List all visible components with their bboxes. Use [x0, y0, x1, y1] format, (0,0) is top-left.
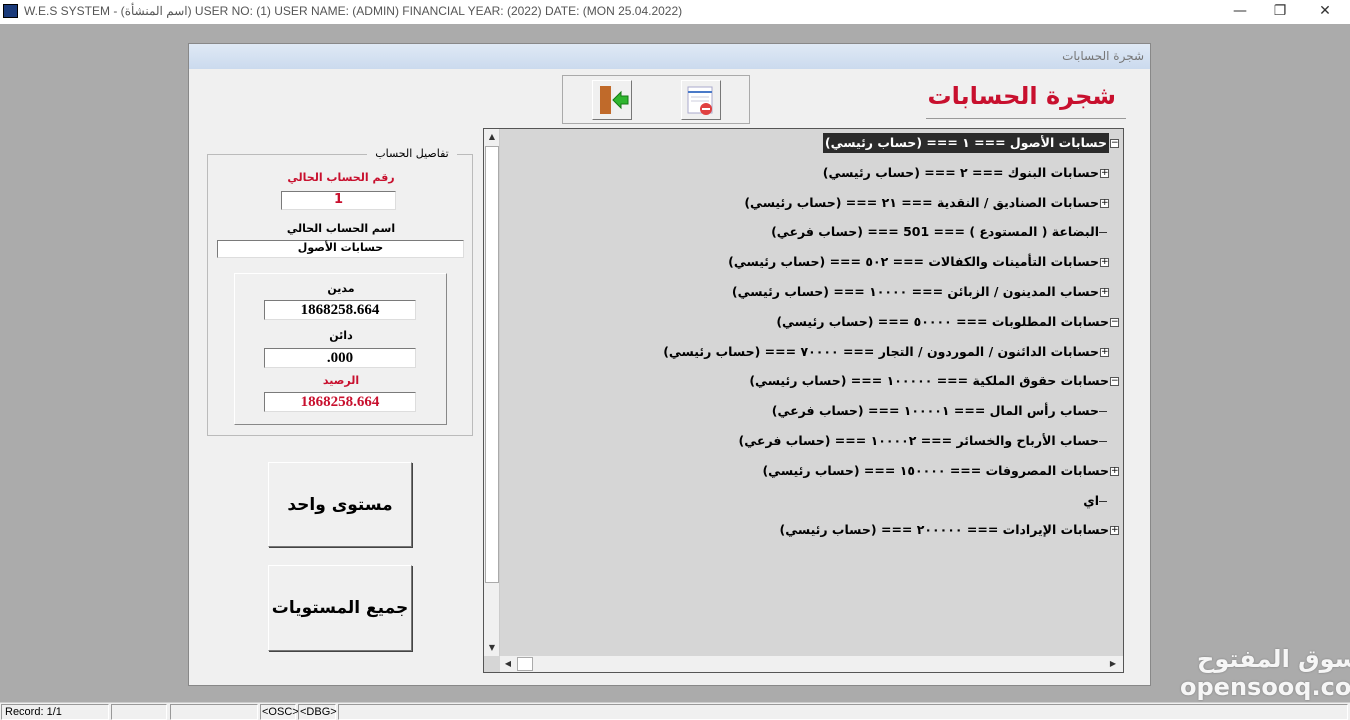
delete-button[interactable]	[681, 80, 721, 120]
collapse-icon[interactable]: −	[1110, 377, 1119, 387]
expand-icon[interactable]: +	[1100, 258, 1109, 268]
status-panel-2	[111, 704, 167, 720]
tree-item[interactable]: حسابات الإيرادات === ٢٠٠٠٠٠ === (حساب رئ…	[780, 520, 1110, 540]
tree-connector	[1099, 232, 1107, 234]
account-name-label: اسم الحساب الحالي	[286, 222, 396, 235]
form-caption-bar: شجرة الحسابات	[189, 44, 1150, 69]
expand-icon[interactable]: +	[1100, 347, 1109, 357]
balance-label: الرصيد	[322, 374, 360, 387]
window-title-bar: W.E.S SYSTEM - (اسم المنشأة) USER NO: (1…	[0, 0, 1350, 24]
tree-connector	[1099, 441, 1107, 442]
tree-item[interactable]: حسابات الأصول === ١ === (حساب رئيسي)	[822, 133, 1109, 153]
osc-indicator: <OSC>	[260, 704, 299, 720]
tree-item[interactable]: حسابات الصناديق / النقدية === ٢١ === (حس…	[744, 193, 1099, 213]
balance-field[interactable]: 1868258.664	[264, 392, 416, 412]
scroll-down-arrow-icon[interactable]: ▼	[484, 640, 500, 656]
exit-door-icon	[600, 86, 629, 114]
tree-connector	[1099, 500, 1107, 502]
dbg-indicator: <DBG>	[298, 704, 337, 720]
scroll-up-arrow-icon[interactable]: ▲	[484, 129, 500, 145]
vertical-scroll-thumb[interactable]	[485, 146, 499, 583]
form-caption: شجرة الحسابات	[1062, 49, 1144, 63]
account-number-label: رقم الحساب الحالي	[287, 171, 395, 184]
credit-label: دائن	[329, 329, 353, 342]
expand-icon[interactable]: +	[1110, 466, 1119, 476]
status-panel-6	[338, 704, 1348, 720]
expand-icon[interactable]: +	[1110, 526, 1119, 536]
debit-label: مدين	[327, 282, 355, 295]
restore-button[interactable]: ❐	[1260, 0, 1300, 24]
scroll-left-arrow-icon[interactable]: ◀	[500, 656, 516, 672]
window-title: W.E.S SYSTEM - (اسم المنشأة) USER NO: (1…	[24, 4, 683, 18]
watermark: السوق المفتوح opensooq.com	[1180, 645, 1350, 701]
account-name-field[interactable]: حسابات الأصول	[217, 240, 464, 258]
all-levels-button[interactable]: جميع المستويات	[268, 565, 412, 651]
vertical-scrollbar[interactable]: ▲ ▼	[484, 129, 500, 656]
tree-item[interactable]: حسابات حقوق الملكية === ١٠٠٠٠٠ === (حساب…	[749, 371, 1109, 391]
exit-button[interactable]	[592, 80, 632, 120]
collapse-icon[interactable]: −	[1110, 139, 1119, 148]
tree-item[interactable]: حسابات المصروفات === ١٥٠٠٠٠ === (حساب رئ…	[762, 461, 1109, 481]
tree-item[interactable]: البضاعة ( المستودع ) === 501 === (حساب ف…	[771, 222, 1099, 242]
account-number-field[interactable]: 1	[281, 191, 396, 210]
collapse-icon[interactable]: −	[1110, 317, 1119, 327]
title-underline	[926, 118, 1126, 119]
status-panel-3	[170, 704, 258, 720]
minimize-button[interactable]: —	[1220, 0, 1260, 24]
delete-list-icon	[687, 86, 713, 115]
app-icon	[3, 4, 18, 18]
toolbar	[562, 75, 750, 124]
tree-item[interactable]: اي	[1083, 491, 1099, 511]
tree-item[interactable]: حساب رأس المال === ١٠٠٠٠١ === (حساب فرعي…	[772, 401, 1099, 421]
expand-icon[interactable]: +	[1100, 288, 1109, 297]
tree-connector	[1099, 411, 1107, 413]
tree-item[interactable]: حسابات المطلوبات === ٥٠٠٠٠ === (حساب رئي…	[776, 312, 1109, 332]
close-button[interactable]: ✕	[1305, 0, 1345, 24]
tree-item[interactable]: حسابات البنوك === ٢ === (حساب رئيسي)	[823, 163, 1099, 183]
expand-icon[interactable]: +	[1100, 198, 1109, 208]
one-level-button[interactable]: مستوى واحد	[268, 462, 412, 547]
horizontal-scrollbar[interactable]: ◀ ▶	[500, 656, 1123, 672]
tree-item[interactable]: حساب المدينون / الزبائن === ١٠٠٠٠ === (ح…	[732, 282, 1099, 302]
scroll-right-arrow-icon[interactable]: ▶	[1105, 656, 1121, 672]
horizontal-scroll-thumb[interactable]	[517, 657, 533, 671]
page-title: شجرة الحسابات	[927, 82, 1116, 110]
tree-item[interactable]: حسابات التأمينات والكفالات === ٥٠٢ === (…	[728, 252, 1099, 272]
expand-icon[interactable]: +	[1100, 168, 1109, 178]
account-details-legend: تفاصيل الحساب	[367, 147, 457, 160]
tree-item[interactable]: حسابات الدائنون / الموردون / التجار === …	[663, 342, 1099, 362]
tree-item[interactable]: حساب الأرباح والخسائر === ١٠٠٠٠٢ === (حس…	[739, 431, 1099, 451]
accounts-tree[interactable]: ▲ ▼ ◀ ▶ − حسابات الأصول === ١ === (حساب ر…	[483, 128, 1124, 673]
record-indicator: Record: 1/1	[1, 704, 109, 720]
credit-field[interactable]: .000	[264, 348, 416, 368]
debit-field[interactable]: 1868258.664	[264, 300, 416, 320]
status-bar: Record: 1/1 <OSC> <DBG>	[0, 702, 1350, 720]
